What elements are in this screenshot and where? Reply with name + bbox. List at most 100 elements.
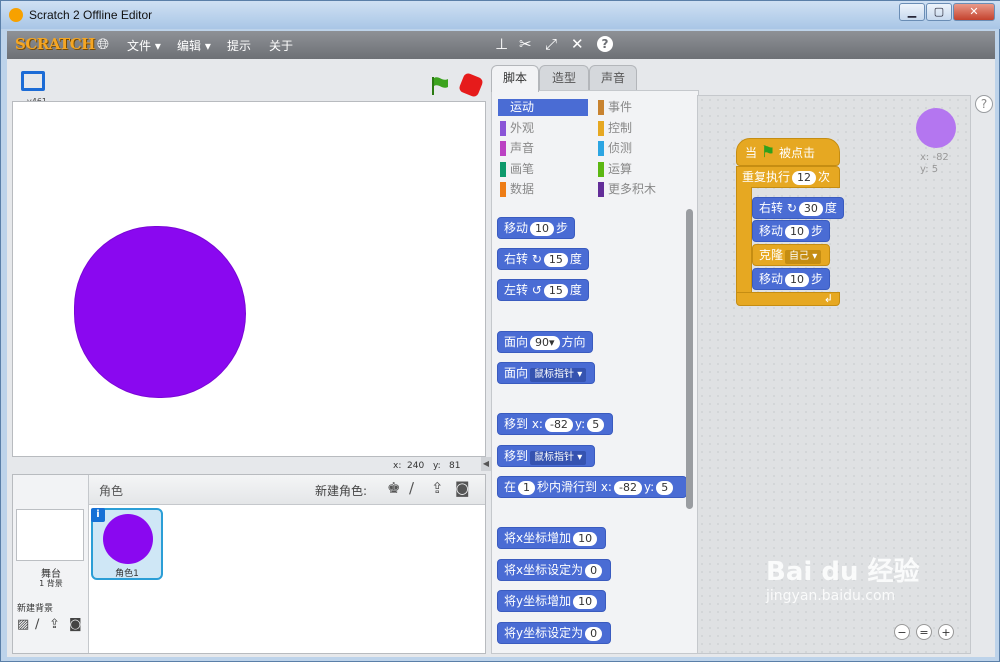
category-l-0[interactable]: 运动	[498, 99, 588, 116]
fullscreen-icon[interactable]	[21, 71, 45, 91]
category-label: 侦测	[608, 141, 633, 155]
mouse-x-value: 240	[407, 461, 425, 471]
category-l-4[interactable]: 数据	[498, 181, 588, 198]
category-label: 更多积木	[608, 182, 657, 196]
category-color-swatch	[598, 182, 604, 197]
scratch-logo[interactable]: SCRATCH	[15, 35, 95, 53]
brush-icon[interactable]: ∕	[35, 617, 39, 633]
category-r-4[interactable]: 更多积木	[596, 181, 686, 198]
block-turn-left[interactable]: 左转 ↺ 15 度	[497, 279, 589, 301]
menu-bar: SCRATCH 🌐︎ 文件 ▾ 编辑 ▾ 提示 关于 ⊥ ✂ ⤢ ✕ ?	[7, 31, 995, 59]
sprite-purple-flower[interactable]	[75, 227, 245, 397]
help-icon[interactable]: ?	[597, 36, 613, 52]
help-icon[interactable]: ?	[975, 95, 993, 113]
camera-sprite-icon[interactable]: ◙	[455, 480, 470, 496]
block-point-towards[interactable]: 面向 鼠标指针 ▾	[497, 362, 596, 384]
category-label: 运动	[510, 100, 535, 114]
rotate-cw-icon: ↻	[531, 252, 542, 266]
tab-scripts[interactable]: 脚本	[491, 65, 539, 92]
close-button[interactable]: ✕	[953, 3, 995, 21]
block-when-flag-clicked[interactable]: 当 ⚑ 被点击	[736, 138, 840, 166]
paint-sprite-icon[interactable]: ∕	[409, 480, 414, 496]
paint-backdrop-icon[interactable]: ▨	[17, 617, 29, 633]
block-point-direction[interactable]: 面向 90▾ 方向	[497, 331, 593, 353]
sprite-x-readout: x: -82	[920, 152, 949, 163]
maximize-button[interactable]: ▢	[926, 3, 952, 21]
category-l-3[interactable]: 画笔	[498, 161, 588, 178]
shrink-icon[interactable]: ✕	[571, 36, 584, 52]
title-bar: Scratch 2 Offline Editor ▁ ▢ ✕	[1, 1, 1000, 29]
block-repeat[interactable]: 重复执行 12 次	[736, 166, 840, 188]
palette-scrollbar[interactable]	[686, 209, 693, 509]
app-window: Scratch 2 Offline Editor ▁ ▢ ✕ SCRATCH 🌐…	[0, 0, 1000, 662]
category-color-swatch	[598, 100, 604, 115]
sprite-thumbnail[interactable]: i 角色1	[91, 508, 163, 580]
block-goto[interactable]: 移到 鼠标指针 ▾	[497, 445, 596, 467]
block-turn-right[interactable]: 右转 ↻ 15 度	[497, 248, 589, 270]
script-clone[interactable]: 克隆 自己 ▾	[752, 244, 831, 266]
zoom-reset-icon[interactable]: =	[916, 624, 932, 640]
category-color-swatch	[598, 161, 604, 177]
current-sprite-icon	[916, 108, 956, 148]
category-color-swatch	[500, 161, 506, 177]
category-color-swatch	[500, 100, 506, 115]
mouse-x-label: x:	[393, 461, 402, 471]
sprite-library-icon[interactable]: ♚	[387, 480, 400, 496]
upload-icon[interactable]: ⇪	[49, 617, 60, 633]
menu-tips[interactable]: 提示	[227, 37, 251, 54]
upload-sprite-icon[interactable]: ⇪	[431, 480, 444, 496]
category-l-2[interactable]: 声音	[498, 140, 588, 157]
category-r-2[interactable]: 侦测	[596, 140, 686, 157]
green-flag-small-icon: ⚑	[760, 142, 776, 161]
delete-icon[interactable]: ✂	[519, 36, 532, 52]
rotate-ccw-icon: ↺	[531, 283, 542, 297]
sprite-thumb-image	[103, 514, 153, 564]
block-set-x[interactable]: 将x坐标设定为 0	[497, 559, 612, 581]
block-change-x[interactable]: 将x坐标增加 10	[497, 527, 607, 549]
stage-header: v461	[11, 63, 487, 106]
script-turn-right[interactable]: 右转 ↻ 30 度	[752, 197, 844, 219]
mouse-y-label: y:	[433, 461, 441, 471]
backdrop-count: 1 背景	[39, 579, 63, 588]
repeat-arm	[736, 187, 752, 295]
tab-costumes[interactable]: 造型	[539, 65, 589, 91]
script-move-1[interactable]: 移动 10 步	[752, 220, 831, 242]
globe-icon[interactable]: 🌐︎	[97, 36, 109, 52]
minimize-button[interactable]: ▁	[899, 3, 925, 21]
stage-canvas[interactable]	[12, 101, 486, 457]
stage-thumbnail[interactable]	[16, 509, 84, 561]
script-move-2[interactable]: 移动 10 步	[752, 268, 831, 290]
tab-sounds[interactable]: 声音	[589, 65, 637, 91]
stop-icon[interactable]	[457, 71, 485, 99]
grow-icon[interactable]: ⤢	[545, 36, 557, 52]
category-l-1[interactable]: 外观	[498, 120, 588, 137]
info-icon[interactable]: i	[91, 508, 105, 522]
category-r-3[interactable]: 运算	[596, 161, 686, 178]
duplicate-icon[interactable]: ⊥	[495, 36, 508, 52]
category-r-1[interactable]: 控制	[596, 120, 686, 137]
camera-icon[interactable]: ◙	[69, 617, 82, 633]
sprite-header-label: 角色	[99, 484, 124, 498]
category-r-0[interactable]: 事件	[596, 99, 686, 116]
block-set-y[interactable]: 将y坐标设定为 0	[497, 622, 612, 644]
green-flag-icon[interactable]	[429, 75, 451, 97]
category-label: 声音	[510, 141, 535, 155]
menu-file[interactable]: 文件 ▾	[127, 37, 161, 54]
rotate-cw-icon: ↻	[786, 201, 797, 215]
new-sprite-label: 新建角色:	[315, 484, 368, 498]
category-color-swatch	[500, 120, 506, 136]
block-glide[interactable]: 在 1 秒内滑行到 x: -82 y: 5	[497, 476, 687, 498]
block-change-y[interactable]: 将y坐标增加 10	[497, 590, 607, 612]
new-backdrop-label: 新建背景	[17, 604, 54, 614]
category-label: 运算	[608, 161, 633, 176]
block-move[interactable]: 移动 10 步	[497, 217, 576, 239]
block-goto-xy[interactable]: 移到 x: -82 y: 5	[497, 413, 614, 435]
app-icon	[9, 8, 23, 22]
mouse-y-value: 81	[449, 461, 461, 471]
watermark: Bai du 经验 jingyan.baidu.com	[766, 557, 920, 604]
menu-edit[interactable]: 编辑 ▾	[177, 37, 211, 54]
zoom-in-icon[interactable]: +	[938, 624, 954, 640]
menu-about[interactable]: 关于	[269, 37, 293, 54]
zoom-out-icon[interactable]: −	[894, 624, 910, 640]
collapse-arrow-icon[interactable]: ◀	[481, 457, 491, 471]
